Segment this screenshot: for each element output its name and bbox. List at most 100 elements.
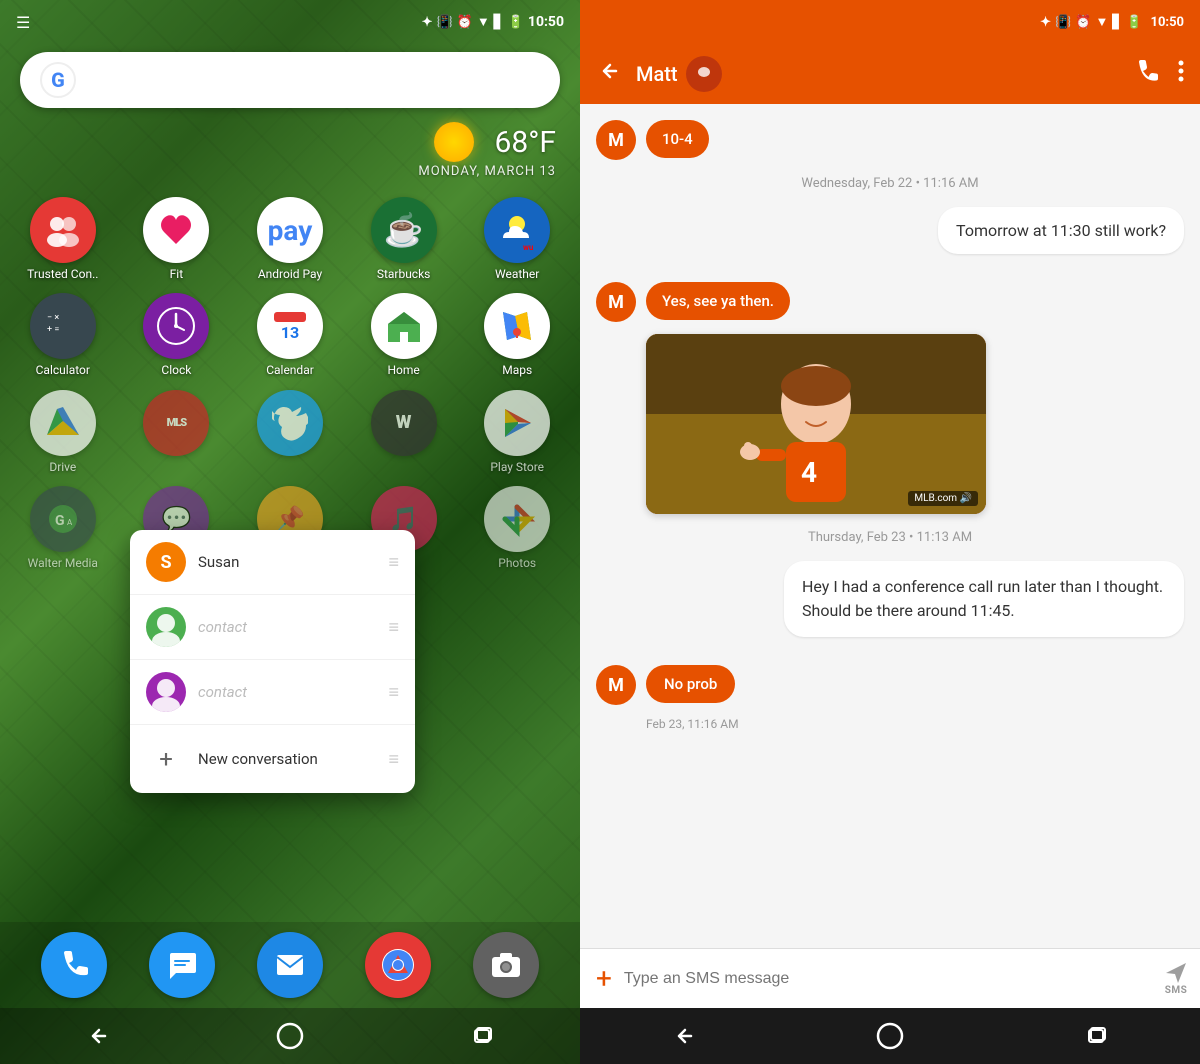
right-panel: ✦ 📳 ⏰ ▼ ▋ 🔋 10:50 Matt M xyxy=(580,0,1200,1064)
contact-title: Matt xyxy=(636,56,1118,92)
status-icons-right: ✦ 📳 ⏰ ▼ ▋ 🔋 10:50 xyxy=(422,14,564,30)
app-home[interactable]: Home xyxy=(351,293,457,377)
drag-handle-3[interactable]: ≡ xyxy=(388,682,399,703)
dock-messages[interactable] xyxy=(149,932,215,998)
starbucks-label: Starbucks xyxy=(377,267,431,281)
walter-media-label: Walter Media xyxy=(28,556,98,570)
app-news[interactable]: W xyxy=(351,390,457,474)
play-store-icon xyxy=(484,390,550,456)
drag-handle-2[interactable]: ≡ xyxy=(388,617,399,638)
phone-call-button[interactable] xyxy=(1126,51,1166,97)
wifi-icon-right: ▼ xyxy=(1095,14,1108,30)
calendar-label: Calendar xyxy=(266,363,314,377)
contact-popup: S Susan ≡ contact ≡ contact xyxy=(130,530,415,793)
nav-recents-btn[interactable] xyxy=(463,1016,503,1056)
drag-handle-susan[interactable]: ≡ xyxy=(388,552,399,573)
alarm-icon-right: ⏰ xyxy=(1075,15,1091,30)
more-options-button[interactable] xyxy=(1170,51,1192,97)
dock-inbox[interactable] xyxy=(257,932,323,998)
dock-phone[interactable] xyxy=(41,932,107,998)
app-trusted-contacts[interactable]: Trusted Con.. xyxy=(10,197,116,281)
app-clock[interactable]: Clock xyxy=(124,293,230,377)
trusted-contacts-label: Trusted Con.. xyxy=(27,267,98,281)
app-fit[interactable]: Fit xyxy=(124,197,230,281)
msg-row-tomorrow: Tomorrow at 11:30 still work? xyxy=(596,207,1184,270)
send-label: SMS xyxy=(1165,985,1188,996)
back-button[interactable] xyxy=(588,51,628,97)
contact-item-2[interactable]: contact ≡ xyxy=(130,595,415,660)
weather-app-icon: wu xyxy=(484,197,550,263)
app-calendar[interactable]: 13 Calendar xyxy=(237,293,343,377)
maps-label: Maps xyxy=(502,363,532,377)
contact-item-susan[interactable]: S Susan ≡ xyxy=(130,530,415,595)
sms-input[interactable] xyxy=(624,970,1156,988)
sender-avatar-noprob: M xyxy=(596,665,636,705)
clock-icon xyxy=(143,293,209,359)
msg-bubble-yes: Yes, see ya then. xyxy=(646,282,790,320)
home-label: Home xyxy=(387,363,419,377)
app-android-pay[interactable]: pay Android Pay xyxy=(237,197,343,281)
svg-text:− ×: − × xyxy=(47,313,59,323)
app-sports[interactable]: MLS xyxy=(124,390,230,474)
svg-text:+ =: + = xyxy=(47,325,59,335)
nav-home-btn[interactable] xyxy=(270,1016,310,1056)
nav-home-btn-right[interactable] xyxy=(870,1016,910,1056)
battery-icon: 🔋 xyxy=(508,15,524,30)
trusted-contacts-icon xyxy=(30,197,96,263)
app-play-store[interactable]: Play Store xyxy=(464,390,570,474)
battery-icon-right: 🔋 xyxy=(1126,15,1142,30)
nav-recents-btn-right[interactable] xyxy=(1077,1016,1117,1056)
menu-icon: ☰ xyxy=(16,13,30,32)
app-weather[interactable]: wu Weather xyxy=(464,197,570,281)
msg-input-area: + SMS xyxy=(580,948,1200,1008)
msg-gif-container: 4 MLB.com 🔊 xyxy=(646,334,986,514)
app-calculator[interactable]: − × + = Calculator xyxy=(10,293,116,377)
play-store-label: Play Store xyxy=(490,460,544,474)
dock-chrome[interactable] xyxy=(365,932,431,998)
svg-text:4: 4 xyxy=(801,456,817,489)
svg-text:13: 13 xyxy=(281,323,299,342)
calculator-label: Calculator xyxy=(36,363,90,377)
weather-icon xyxy=(434,122,474,162)
dock-camera[interactable] xyxy=(473,932,539,998)
contact-avatar-2 xyxy=(146,607,186,647)
app-starbucks[interactable]: ☕ Starbucks xyxy=(351,197,457,281)
home-icon xyxy=(371,293,437,359)
svg-text:A: A xyxy=(67,518,73,527)
svg-text:wu: wu xyxy=(523,243,534,252)
contact-item-3[interactable]: contact ≡ xyxy=(130,660,415,725)
sports-icon: MLS xyxy=(143,390,209,456)
msg-status-bar: ✦ 📳 ⏰ ▼ ▋ 🔋 10:50 xyxy=(580,0,1200,44)
app-maps[interactable]: Maps xyxy=(464,293,570,377)
nav-back-btn[interactable] xyxy=(77,1016,117,1056)
msg-action-buttons xyxy=(1126,51,1192,97)
sender-avatar-yes: M xyxy=(596,282,636,322)
signal-icon-right: ▋ xyxy=(1112,15,1122,30)
app-walter-media[interactable]: G A Walter Media xyxy=(10,486,116,570)
app-photos[interactable]: Photos xyxy=(464,486,570,570)
app-grid-row2: − × + = Calculator Clock xyxy=(0,283,580,387)
weather-date: MONDAY, MARCH 13 xyxy=(418,164,556,179)
msg-row-yes: M Yes, see ya then. xyxy=(596,282,1184,322)
new-conversation-item[interactable]: + New conversation ≡ xyxy=(130,725,415,793)
fit-icon xyxy=(143,197,209,263)
chat-area[interactable]: M 10-4 Wednesday, Feb 22 • 11:16 AM Tomo… xyxy=(580,104,1200,948)
app-grid-row3: Drive MLS W xyxy=(0,380,580,484)
google-search-bar[interactable]: G xyxy=(20,52,560,108)
drive-label: Drive xyxy=(49,460,76,474)
contact-avatar-3 xyxy=(146,672,186,712)
bottom-nav-left xyxy=(0,1008,580,1064)
starbucks-icon: ☕ xyxy=(371,197,437,263)
nav-back-btn-right[interactable] xyxy=(663,1016,703,1056)
contact-name: Matt xyxy=(636,62,678,86)
app-drive[interactable]: Drive xyxy=(10,390,116,474)
app-social[interactable] xyxy=(237,390,343,474)
sender-avatar-m: M xyxy=(596,120,636,160)
send-button[interactable]: SMS xyxy=(1164,961,1188,996)
msg-row-10-4: M 10-4 xyxy=(596,120,1184,160)
bluetooth-icon-right: ✦ xyxy=(1040,15,1051,30)
status-bar-left: ☰ ✦ 📳 ⏰ ▼ ▋ 🔋 10:50 xyxy=(0,0,580,44)
contact-name-2: contact xyxy=(198,618,376,636)
msg-bubble-noprob: No prob xyxy=(646,665,735,703)
add-attachment-button[interactable]: + xyxy=(592,958,616,999)
